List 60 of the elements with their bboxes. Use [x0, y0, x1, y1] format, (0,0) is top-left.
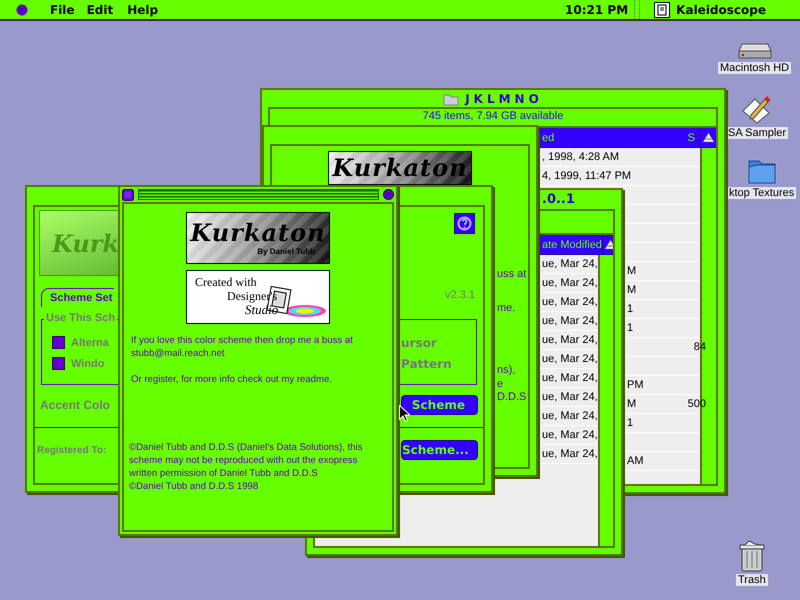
desktop-icon-label[interactable]: SA Sampler [726, 127, 788, 139]
date-cell: 1 [627, 322, 634, 334]
window-title: .0..1 [542, 192, 575, 207]
column-header[interactable]: S [688, 132, 695, 144]
date-cell: M [627, 284, 636, 296]
date-cell: ue, Mar 24, [542, 448, 598, 460]
date-cell: ue, Mar 24, [542, 410, 598, 422]
date-cell: ue, Mar 24, [542, 315, 598, 327]
logo-title: Kurk [52, 228, 118, 258]
desktop-icon-label[interactable]: Trash [736, 574, 768, 586]
registered-label: Registered To: [37, 444, 108, 456]
date-cell: ue, Mar 24, [542, 277, 598, 289]
logo-byline: By Daniel Tubb [257, 247, 315, 256]
date-cell: 1 [627, 417, 634, 429]
version-label: v2.3.1 [445, 289, 475, 301]
date-cell: ue, Mar 24, [542, 353, 598, 365]
date-cell: M [627, 398, 636, 410]
group-label: Use This Sch [44, 312, 118, 324]
scheme-settings-tab[interactable]: Scheme Set [41, 288, 114, 307]
option-label[interactable]: ursor [401, 336, 437, 350]
date-cell: 4, 1999, 11:47 PM [542, 170, 632, 182]
date-cell: M [627, 265, 636, 277]
window-title: JKLMNO [465, 92, 543, 106]
date-cell: ue, Mar 24, [542, 296, 598, 308]
date-cell: , 1998, 4:28 AM [542, 151, 620, 163]
register-note: Or register, for more info check out my readme. [131, 373, 334, 386]
size-cell: 84 [694, 341, 706, 353]
date-cell: ue, Mar 24, [542, 391, 598, 403]
about-text: me. [497, 302, 516, 314]
application-menu[interactable]: Kaleidoscope [676, 2, 766, 16]
message-text: If you love this color scheme then drop me a buss at stubb@mail.reach.net [131, 334, 354, 360]
scheme-button[interactable]: Scheme [401, 395, 478, 415]
date-cell: AM [627, 455, 644, 467]
accent-color-label: Accent Colo [40, 398, 112, 412]
option-label[interactable]: Alterna [71, 336, 109, 348]
about-text: e [497, 378, 504, 390]
date-cell: ue, Mar 24, [542, 429, 598, 441]
desktop-icon-label[interactable]: ktop Textures [727, 187, 796, 199]
copyright-text: ©Daniel Tubb and D.D.S 1998 [129, 480, 260, 493]
copyright-text: ©Daniel Tubb and D.D.S (Daniel's Data Solutions), this scheme may not be reproduced with out the exopress written permission of Daniel Tubb and D.D.S [129, 441, 364, 480]
badge-text: Created with [195, 275, 257, 290]
desktop-icon-label[interactable]: Macintosh HD [718, 62, 792, 74]
column-header[interactable]: ed [542, 132, 554, 144]
option-label[interactable]: Windo [71, 358, 104, 370]
about-text: uss at [497, 268, 526, 280]
menu-item[interactable]: File [50, 2, 75, 16]
option-label[interactable]: Pattern [401, 356, 452, 370]
date-cell: 1 [627, 303, 634, 315]
menu-item[interactable]: Edit [86, 2, 114, 16]
about-text: D.D.S [497, 391, 526, 403]
date-cell: ue, Mar 24, [542, 334, 598, 346]
column-header[interactable]: ate Modified [542, 238, 602, 250]
about-text: ns), [497, 364, 516, 376]
menu-clock[interactable]: 10:21 PM [565, 2, 628, 16]
date-cell: ue, Mar 24, [542, 372, 598, 384]
date-cell: ue, Mar 24, [542, 258, 598, 270]
items-info: 745 items, 7.94 GB available [422, 110, 564, 122]
date-cell: PM [627, 379, 644, 391]
scheme-button[interactable]: Scheme... [401, 440, 478, 460]
menu-item[interactable]: Help [127, 2, 158, 16]
